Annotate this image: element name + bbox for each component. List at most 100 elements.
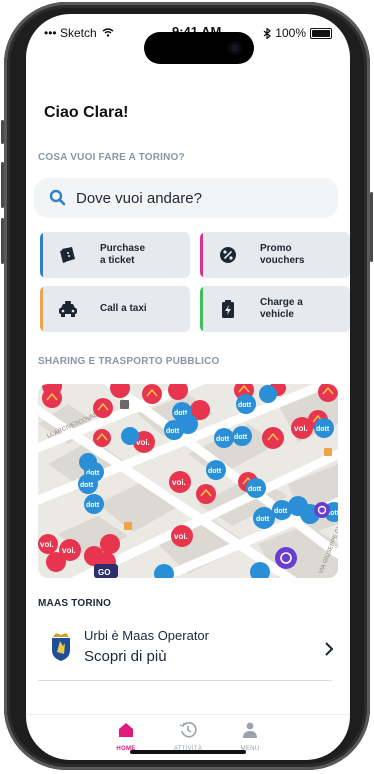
dynamic-island: [144, 32, 254, 64]
tile-label-line1: Charge a: [260, 297, 303, 308]
transit-stop-icon[interactable]: [120, 400, 129, 409]
signal-dots: •••: [44, 26, 57, 40]
battery-percent: 100%: [275, 26, 306, 40]
voi-pin[interactable]: voi.: [171, 525, 193, 547]
tile-label: Charge a vehicle: [260, 297, 303, 321]
dott-pin-label: dott: [248, 486, 262, 493]
voi-pin[interactable]: [142, 384, 162, 404]
dott-pin[interactable]: [259, 385, 277, 403]
voi-pin-label: voi.: [40, 540, 54, 549]
carrier-name: Sketch: [59, 26, 97, 40]
search-input[interactable]: Dove vuoi andare?: [34, 178, 338, 218]
battery-charge-icon: [222, 300, 234, 318]
battery-icon: [310, 27, 332, 39]
bike-stop-icon[interactable]: [324, 448, 332, 456]
bluetooth-icon: [263, 27, 272, 39]
goo-pin[interactable]: GO: [94, 564, 118, 578]
section-title-what-to-do: COSA VUOI FARE A TORINO?: [38, 152, 185, 163]
search-placeholder: Dove vuoi andare?: [76, 189, 202, 207]
dott-pin-label: dott: [274, 508, 288, 515]
dott-pin[interactable]: dott: [206, 460, 226, 480]
tile-label-line1: Promo: [260, 243, 292, 254]
voi-pin[interactable]: voi.: [291, 417, 313, 439]
ring-scooter-pin[interactable]: [275, 547, 297, 569]
wifi-icon: [102, 28, 114, 37]
promo-vouchers-button[interactable]: Promo vouchers: [200, 232, 350, 278]
voi-pin[interactable]: [93, 398, 113, 418]
maas-operator-row[interactable]: Urbi è Maas Operator Scopri di più: [44, 626, 344, 676]
call-taxi-button[interactable]: Call a taxi: [40, 286, 190, 332]
goo-pin-label: GO: [98, 568, 110, 577]
voi-pin-label: voi.: [172, 478, 186, 487]
dott-pin[interactable]: dott: [84, 494, 104, 514]
dott-pin-label: dott: [234, 434, 248, 441]
voi-pin[interactable]: [93, 429, 111, 447]
tile-label-line2: vouchers: [260, 255, 305, 266]
divider: [38, 680, 332, 681]
tile-label-line1: Purchase: [100, 243, 146, 254]
voi-pin-label: voi.: [62, 546, 76, 555]
dott-pin[interactable]: dott: [314, 418, 334, 438]
home-indicator: [130, 750, 246, 754]
voi-pin[interactable]: [42, 384, 63, 408]
tile-label: Call a taxi: [100, 303, 147, 315]
home-icon: [119, 723, 133, 737]
dott-pin[interactable]: dott: [253, 507, 275, 529]
dott-pin[interactable]: [121, 427, 139, 445]
voi-pin[interactable]: [196, 484, 216, 504]
voi-pin-label: voi.: [174, 532, 188, 541]
carrier-label: ••• Sketch: [44, 26, 114, 40]
status-right: 100%: [263, 26, 332, 40]
dott-pin-label: dott: [86, 502, 100, 509]
dott-pin-label: dott: [166, 428, 180, 435]
tile-accent: [40, 286, 43, 332]
dott-pin-label: dott: [80, 482, 94, 489]
percent-badge-icon: [220, 247, 236, 263]
greeting-title: Ciao Clara!: [44, 104, 129, 121]
volume-up-button: [1, 162, 4, 208]
voi-pin[interactable]: voi.: [169, 471, 191, 493]
dott-pin[interactable]: dott: [236, 394, 256, 414]
tile-accent: [200, 286, 203, 332]
torino-crest-icon: [52, 633, 70, 661]
purchase-ticket-button[interactable]: Purchase a ticket: [40, 232, 190, 278]
camera-icon: [228, 41, 242, 55]
dott-pin-label: dott: [316, 426, 330, 433]
dott-pin-label: dott: [256, 516, 270, 523]
charge-vehicle-button[interactable]: Charge a vehicle: [200, 286, 350, 332]
maas-title: Urbi è Maas Operator: [84, 628, 209, 643]
bike-stop-icon[interactable]: [124, 522, 132, 530]
dott-pin[interactable]: dott: [232, 426, 252, 446]
tile-label-line1: Call a taxi: [100, 303, 147, 314]
dott-pin[interactable]: dott: [214, 428, 234, 448]
search-icon: [49, 189, 66, 206]
section-title-sharing: SHARING E TRASPORTO PUBBLICO: [38, 356, 220, 367]
dott-pin-label: dott: [238, 402, 252, 409]
tab-activity[interactable]: ATTIVITÀ: [158, 721, 218, 752]
chevron-right-icon: [325, 642, 334, 656]
ring-scooter-pin[interactable]: [314, 502, 330, 518]
taxi-icon: [59, 301, 77, 317]
dott-pin[interactable]: dott: [164, 420, 184, 440]
dott-pin[interactable]: dott: [246, 478, 266, 498]
tab-menu[interactable]: MENU: [220, 721, 280, 752]
mute-switch: [1, 120, 4, 144]
tile-label-line2: vehicle: [260, 309, 294, 320]
maas-subtitle: Scopri di più: [84, 648, 167, 665]
tile-label-line2: a ticket: [100, 255, 135, 266]
app-screen: ••• Sketch 9:41 AM 100% Ciao Clara! COSA…: [26, 14, 350, 760]
map-canvas: LL'ARCIVESCOVADO VIA GIUSEPPE GI voi. vo…: [38, 384, 338, 578]
tab-home[interactable]: HOME: [96, 721, 156, 752]
tile-accent: [200, 232, 203, 278]
dott-pin[interactable]: dott: [78, 474, 98, 494]
section-title-maas: MAAS TORINO: [38, 598, 112, 609]
voi-pin[interactable]: [46, 552, 66, 572]
dott-pin-label: dott: [216, 436, 230, 443]
voi-pin[interactable]: [100, 534, 120, 554]
power-button: [370, 192, 373, 262]
vehicles-map[interactable]: LL'ARCIVESCOVADO VIA GIUSEPPE GI voi. vo…: [38, 384, 338, 578]
voi-pin[interactable]: [262, 427, 284, 449]
voi-pin-label: voi.: [294, 424, 308, 433]
volume-down-button: [1, 218, 4, 264]
voi-pin[interactable]: voi.: [38, 534, 58, 554]
